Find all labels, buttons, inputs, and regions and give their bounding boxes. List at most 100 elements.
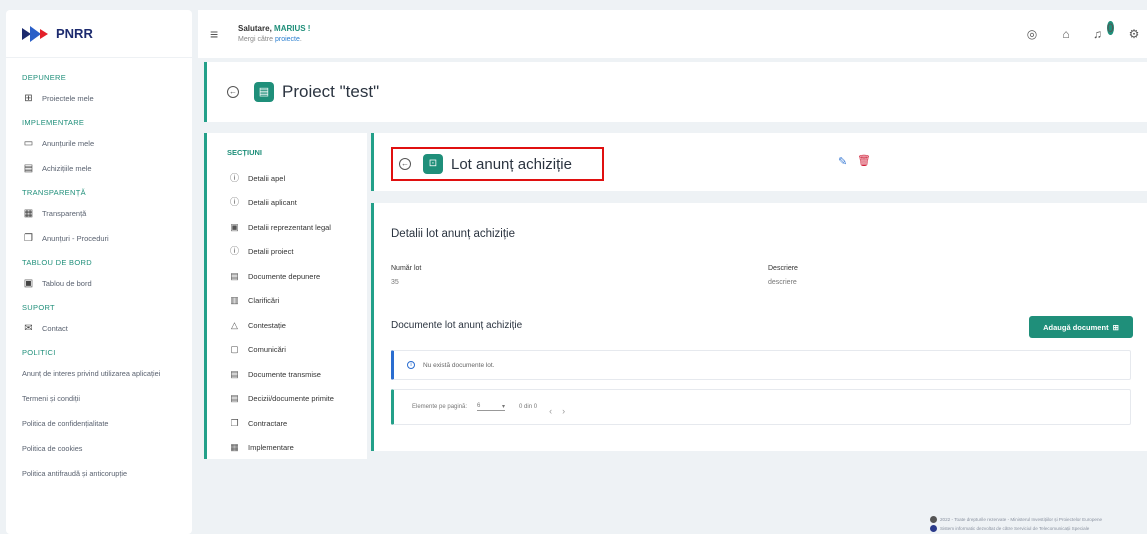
- section-item[interactable]: ▤ Documente transmise: [207, 362, 367, 387]
- document-icon: ▤: [230, 368, 239, 379]
- sidebar-nav: DEPUNERE ⊞ Proiectele mele IMPLEMENTARE …: [6, 58, 192, 486]
- sidebar-item-label: Contact: [42, 324, 68, 333]
- edit-icon[interactable]: ✎: [838, 155, 847, 168]
- warning-icon: △: [231, 319, 238, 330]
- footer: 2022 - Toate drepturile rezervate - Mini…: [930, 515, 1142, 533]
- hamburger-menu-icon[interactable]: ≡: [210, 26, 226, 42]
- sections-panel: SECȚIUNI ⓘ Detalii apel ⓘ Detalii aplicant…: [204, 133, 367, 459]
- credit-text: Sistem informatic dezvoltat de către Ser…: [940, 526, 1090, 531]
- lot-header: ← ⊡ Lot anunț achiziție ✎ 🗑: [371, 133, 1147, 191]
- sidebar-item-label: Transparență: [42, 209, 87, 218]
- sidebar-item-announcements[interactable]: ▭ Anunțurile mele: [6, 131, 192, 156]
- section-label: Detalii apel: [248, 173, 286, 183]
- page-size-select[interactable]: 6 ▾: [477, 403, 506, 411]
- info-icon: ⓘ: [229, 172, 239, 183]
- pnrr-logo-icon: [22, 25, 48, 42]
- section-item[interactable]: ❐ Contractare: [207, 411, 367, 436]
- policy-link[interactable]: Politica antifraudă și anticorupție: [6, 461, 192, 486]
- empty-documents-alert: i Nu există documente lot.: [391, 350, 1131, 380]
- sidebar-item-label: Proiectele mele: [42, 94, 94, 103]
- next-page-icon[interactable]: ›: [562, 406, 575, 416]
- section-item[interactable]: ▥ Clarificări: [207, 289, 367, 314]
- section-item[interactable]: ▣ Detalii reprezentant legal: [207, 215, 367, 240]
- section-label: Detalii proiect: [248, 247, 294, 257]
- sidebar-item-transparency[interactable]: ▦ Transparență: [6, 201, 192, 226]
- sidebar-item-dashboard[interactable]: ▣ Tablou de bord: [6, 271, 192, 296]
- section-item[interactable]: ▤ Documente depunere: [207, 264, 367, 289]
- info-icon: ⓘ: [229, 246, 239, 257]
- prev-page-icon[interactable]: ‹: [549, 406, 562, 416]
- back-arrow-icon[interactable]: ←: [227, 86, 239, 98]
- subtext: Mergi către: [238, 36, 274, 43]
- field-label: Număr lot: [391, 265, 422, 272]
- copyright-icon: [930, 516, 937, 524]
- help-icon[interactable]: ◎: [1025, 27, 1039, 41]
- greeting-subtext: Mergi către proiecte.: [238, 34, 310, 45]
- footer-copyright: 2022 - Toate drepturile rezervate - Mini…: [930, 515, 1142, 524]
- greeting: Salutare, MARIUS ! Mergi către proiecte.: [238, 23, 310, 45]
- trash-icon[interactable]: 🗑: [857, 154, 871, 167]
- chevron-down-icon: ▾: [502, 404, 506, 410]
- section-item[interactable]: ⓘ Detalii aplicant: [207, 191, 367, 216]
- sidebar-item-label: Tablou de bord: [42, 279, 92, 288]
- sts-logo-icon: [930, 525, 937, 533]
- nav-section-title: POLITICI: [22, 348, 56, 357]
- section-label: Detalii reprezentant legal: [248, 222, 331, 232]
- section-item[interactable]: △ Contestație: [207, 313, 367, 338]
- add-document-icon: ⊞: [24, 93, 33, 104]
- sidebar: PNRR DEPUNERE ⊞ Proiectele mele IMPLEMEN…: [6, 10, 192, 534]
- documents-title: Documente lot anunț achiziție: [391, 320, 523, 331]
- nav-section-title: DEPUNERE: [22, 73, 67, 82]
- sidebar-item-label: Anunțurile mele: [42, 139, 95, 148]
- brand-name: PNRR: [56, 26, 93, 41]
- bell-icon[interactable]: ♫ 0: [1093, 21, 1114, 41]
- field-label: Descriere: [768, 265, 798, 272]
- section-label: Documente depunere: [248, 271, 321, 281]
- info-icon: ⓘ: [229, 197, 239, 208]
- section-item[interactable]: ▤ Decizii/documente primite: [207, 387, 367, 412]
- sections-title: SECȚIUNI: [227, 148, 263, 157]
- section-item[interactable]: ⓘ Detalii proiect: [207, 240, 367, 265]
- copy-icon: ❐: [24, 233, 33, 244]
- mail-icon: ✉: [24, 323, 33, 334]
- section-label: Clarificări: [248, 296, 280, 306]
- section-item[interactable]: ▢ Comunicări: [207, 338, 367, 363]
- page-size-label: Elemente pe pagină:: [412, 404, 468, 410]
- copyright-text: 2022 - Toate drepturile rezervate - Mini…: [940, 517, 1103, 522]
- info-icon: i: [407, 361, 415, 369]
- policy-link[interactable]: Termeni și condiții: [6, 386, 192, 411]
- section-label: Contestație: [248, 320, 286, 330]
- sidebar-item-projects[interactable]: ⊞ Proiectele mele: [6, 86, 192, 111]
- sidebar-item-contact[interactable]: ✉ Contact: [6, 316, 192, 341]
- section-label: Contractare: [248, 418, 288, 428]
- sidebar-item-procedures[interactable]: ❐ Anunțuri - Proceduri: [6, 226, 192, 251]
- section-item[interactable]: ▦ Implementare: [207, 436, 367, 461]
- folder-icon: ▭: [23, 138, 34, 149]
- lot-title: Lot anunț achiziție: [451, 155, 572, 173]
- page-range: 0 din 0: [519, 404, 538, 410]
- policy-link[interactable]: Anunț de interes privind utilizarea apli…: [6, 361, 192, 386]
- gear-icon[interactable]: ⚙: [1127, 27, 1141, 41]
- sidebar-item-acquisitions[interactable]: ▤ Achizițiile mele: [6, 156, 192, 181]
- empty-message: Nu există documente lot.: [423, 361, 495, 369]
- section-item[interactable]: ⓘ Detalii apel: [207, 166, 367, 191]
- projects-link[interactable]: proiecte: [275, 36, 300, 43]
- add-document-button[interactable]: Adaugă document ⊞: [1029, 316, 1133, 338]
- policy-link[interactable]: Politica de confidențialitate: [6, 411, 192, 436]
- copy-icon: ❐: [230, 417, 239, 428]
- ticket-icon: ⊡: [423, 154, 443, 174]
- sidebar-item-label: Achizițiile mele: [42, 164, 92, 173]
- id-card-icon: ▣: [230, 221, 239, 232]
- add-document-label: Adaugă document: [1043, 322, 1109, 332]
- logo[interactable]: PNRR: [6, 10, 192, 58]
- details-title: Detalii lot anunț achiziție: [391, 228, 516, 240]
- section-label: Documente transmise: [248, 369, 321, 379]
- building-icon[interactable]: ⌂: [1059, 27, 1073, 41]
- back-arrow-icon[interactable]: ←: [399, 158, 411, 170]
- greeting-line: Salutare, MARIUS !: [238, 23, 310, 34]
- subtext-end: .: [299, 36, 302, 43]
- document-icon: ▤: [230, 393, 239, 404]
- policy-link[interactable]: Politica de cookies: [6, 436, 192, 461]
- section-label: Decizii/documente primite: [248, 394, 334, 404]
- section-label: Detalii aplicant: [248, 198, 297, 208]
